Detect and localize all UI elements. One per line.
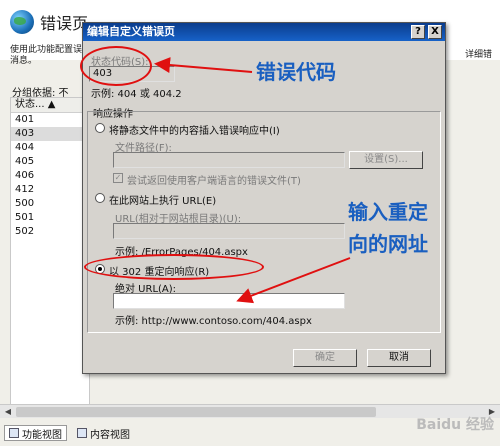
table-row[interactable]: 405: [11, 155, 89, 169]
table-row[interactable]: 401: [11, 113, 89, 127]
relative-url-input[interactable]: [113, 223, 345, 239]
page-description-tail: 详细错: [464, 50, 492, 60]
ok-button[interactable]: 确定: [293, 349, 357, 367]
help-button[interactable]: ?: [411, 25, 425, 39]
page-title: 错误页: [40, 14, 89, 33]
scrollbar-thumb[interactable]: [16, 407, 376, 417]
table-row[interactable]: 412: [11, 183, 89, 197]
cancel-button[interactable]: 取消: [367, 349, 431, 367]
file-path-input[interactable]: [113, 152, 345, 168]
content-view-icon: [77, 428, 87, 438]
close-button[interactable]: X: [428, 25, 442, 39]
dialog-title: 编辑自定义错误页: [87, 25, 175, 38]
try-language-label: 尝试返回使用客户端语言的错误文件(T): [127, 176, 301, 187]
page-description: 使用此功能配置误消息。: [10, 45, 83, 66]
globe-icon: [10, 10, 34, 34]
table-row[interactable]: 406: [11, 169, 89, 183]
option-static-file-label: 将静态文件中的内容插入错误响应中(I): [109, 126, 280, 137]
absolute-url-input[interactable]: [113, 293, 345, 309]
tab-content-view[interactable]: 内容视图: [72, 425, 135, 441]
table-row[interactable]: 502: [11, 225, 89, 239]
redirect-option-highlight: [84, 254, 264, 280]
status-column-header[interactable]: 状态... ▲: [11, 98, 89, 113]
tab-features-view[interactable]: 功能视图: [4, 425, 67, 441]
radio-execute-url[interactable]: [95, 193, 105, 203]
table-row[interactable]: 404: [11, 141, 89, 155]
dialog-titlebar: 编辑自定义错误页 ? X: [83, 23, 445, 41]
try-language-checkbox[interactable]: ✓: [113, 173, 123, 183]
status-code-list[interactable]: 状态... ▲ 401 403 404 405 406 412 500 501 …: [10, 97, 90, 407]
features-view-icon: [9, 428, 19, 438]
scroll-left-icon[interactable]: ◀: [2, 406, 14, 418]
tab-features-view-label: 功能视图: [22, 429, 62, 441]
option-execute-url-label: 在此网站上执行 URL(E): [109, 196, 217, 207]
table-row[interactable]: 403: [11, 127, 89, 141]
tab-content-view-label: 内容视图: [90, 429, 130, 441]
table-row[interactable]: 500: [11, 197, 89, 211]
annotation-redirect-line1: 输入重定: [348, 200, 428, 224]
status-code-example: 示例: 404 或 404.2: [91, 89, 182, 100]
radio-static-file[interactable]: [95, 123, 105, 133]
table-row[interactable]: 501: [11, 211, 89, 225]
settings-button[interactable]: 设置(S)...: [349, 151, 423, 169]
absolute-url-example: 示例: http://www.contoso.com/404.aspx: [115, 316, 312, 327]
watermark: Baidu 经验: [416, 417, 494, 433]
annotation-error-code: 错误代码: [256, 60, 336, 84]
annotation-redirect-line2: 向的网址: [348, 232, 428, 256]
status-code-highlight: [80, 46, 152, 86]
